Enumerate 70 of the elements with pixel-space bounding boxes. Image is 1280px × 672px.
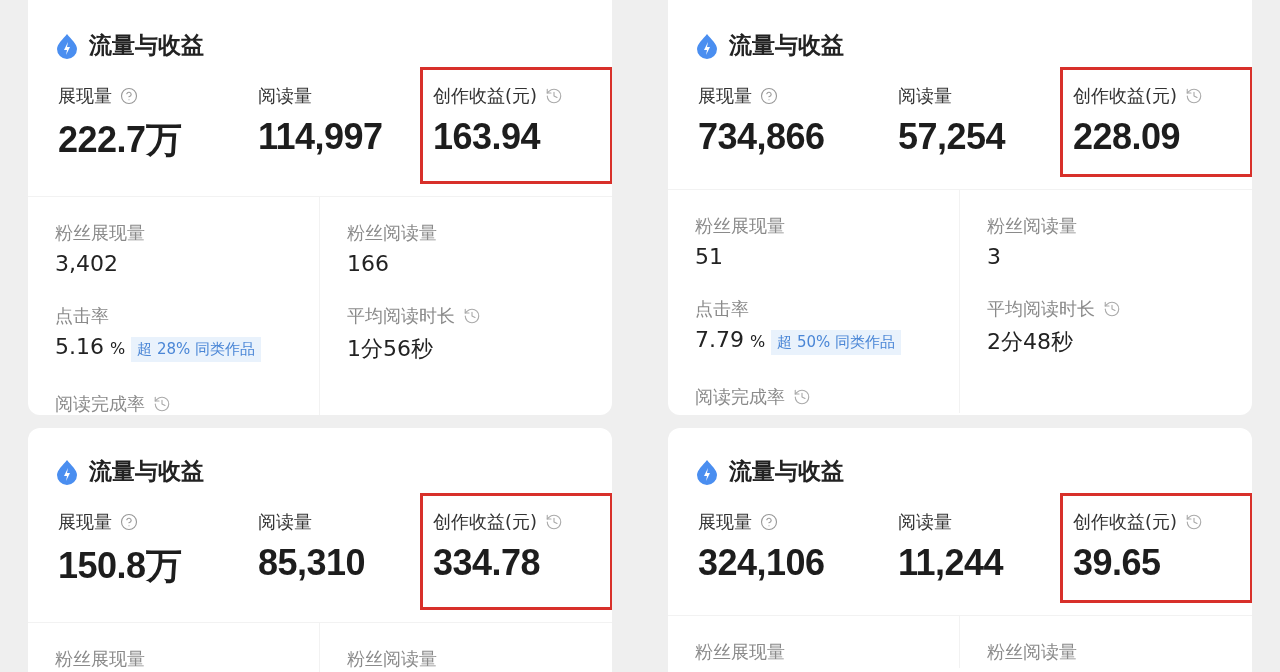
metric-value: 57,254 bbox=[898, 116, 1007, 158]
lightning-drop-icon bbox=[55, 32, 79, 59]
metric-value: 334.78 bbox=[433, 542, 542, 584]
metric-label: 展现量 bbox=[58, 84, 112, 108]
history-icon[interactable] bbox=[463, 307, 481, 325]
metric-label: 粉丝阅读量 bbox=[987, 214, 1077, 238]
metric-value: 3 bbox=[987, 244, 1001, 269]
comparison-tag: 超 50% 同类作品 bbox=[771, 330, 902, 355]
metric-label: 展现量 bbox=[698, 510, 752, 534]
metric-value: 222.7万 bbox=[58, 118, 183, 162]
metric-value: 1分56秒 bbox=[347, 335, 433, 363]
metric-label: 创作收益(元) bbox=[433, 84, 538, 108]
metric-label: 粉丝展现量 bbox=[55, 647, 145, 671]
metric-value: 114,997 bbox=[258, 116, 384, 158]
metric-value: 3,402 bbox=[55, 251, 118, 276]
metric-label: 阅读量 bbox=[258, 84, 312, 108]
metric-label: 展现量 bbox=[698, 84, 752, 108]
metric-label: 展现量 bbox=[58, 510, 112, 534]
metric-value: 734,866 bbox=[698, 116, 826, 158]
metric-value: 85,310 bbox=[258, 542, 367, 584]
metric-label: 点击率 bbox=[695, 297, 749, 321]
metric-label: 粉丝阅读量 bbox=[987, 640, 1077, 664]
metric-label: 创作收益(元) bbox=[1073, 84, 1178, 108]
metric-label: 阅读完成率 bbox=[55, 392, 145, 415]
metric-label: 创作收益(元) bbox=[1073, 510, 1178, 534]
metric-label: 阅读量 bbox=[258, 510, 312, 534]
metric-value: 39.65 bbox=[1073, 542, 1162, 584]
history-icon[interactable] bbox=[793, 388, 811, 406]
metric-label: 平均阅读时长 bbox=[347, 304, 455, 328]
metric-value: 163.94 bbox=[433, 116, 542, 158]
lightning-drop-icon bbox=[55, 458, 79, 485]
history-icon[interactable] bbox=[153, 395, 171, 413]
metric-value: 11,244 bbox=[898, 542, 1005, 584]
lightning-drop-icon bbox=[695, 32, 719, 59]
card-title: 流量与收益 bbox=[729, 31, 844, 60]
lightning-drop-icon bbox=[695, 458, 719, 485]
metric-label: 阅读量 bbox=[898, 510, 952, 534]
metric-value: 5.16 bbox=[55, 334, 104, 359]
history-icon[interactable] bbox=[1103, 300, 1121, 318]
card-title: 流量与收益 bbox=[729, 457, 844, 486]
help-icon[interactable] bbox=[120, 87, 138, 105]
help-icon[interactable] bbox=[120, 513, 138, 531]
history-icon[interactable] bbox=[1185, 513, 1204, 531]
history-icon[interactable] bbox=[545, 513, 564, 531]
metric-value: 324,106 bbox=[698, 542, 826, 584]
metric-value: 166 bbox=[347, 251, 389, 276]
metric-label: 粉丝阅读量 bbox=[347, 221, 437, 245]
metric-label: 平均阅读时长 bbox=[987, 297, 1095, 321]
metric-value: 7.79 bbox=[695, 327, 744, 352]
metric-label: 阅读量 bbox=[898, 84, 952, 108]
help-icon[interactable] bbox=[760, 87, 778, 105]
metric-label: 创作收益(元) bbox=[433, 510, 538, 534]
metric-value: 150.8万 bbox=[58, 544, 183, 588]
unit-label: % bbox=[110, 339, 126, 358]
card-title: 流量与收益 bbox=[89, 457, 204, 486]
metric-value: 51 bbox=[695, 244, 723, 269]
metric-label: 粉丝展现量 bbox=[695, 640, 785, 664]
history-icon[interactable] bbox=[545, 87, 564, 105]
metric-value: 228.09 bbox=[1073, 116, 1182, 158]
help-icon[interactable] bbox=[760, 513, 778, 531]
metric-label: 粉丝阅读量 bbox=[347, 647, 437, 671]
metric-label: 点击率 bbox=[55, 304, 109, 328]
metric-label: 粉丝展现量 bbox=[695, 214, 785, 238]
unit-label: % bbox=[750, 332, 766, 351]
metric-value: 2分48秒 bbox=[987, 328, 1073, 356]
card-title: 流量与收益 bbox=[89, 31, 204, 60]
comparison-tag: 超 28% 同类作品 bbox=[131, 337, 262, 362]
metric-label: 粉丝展现量 bbox=[55, 221, 145, 245]
history-icon[interactable] bbox=[1185, 87, 1204, 105]
metric-label: 阅读完成率 bbox=[695, 385, 785, 409]
